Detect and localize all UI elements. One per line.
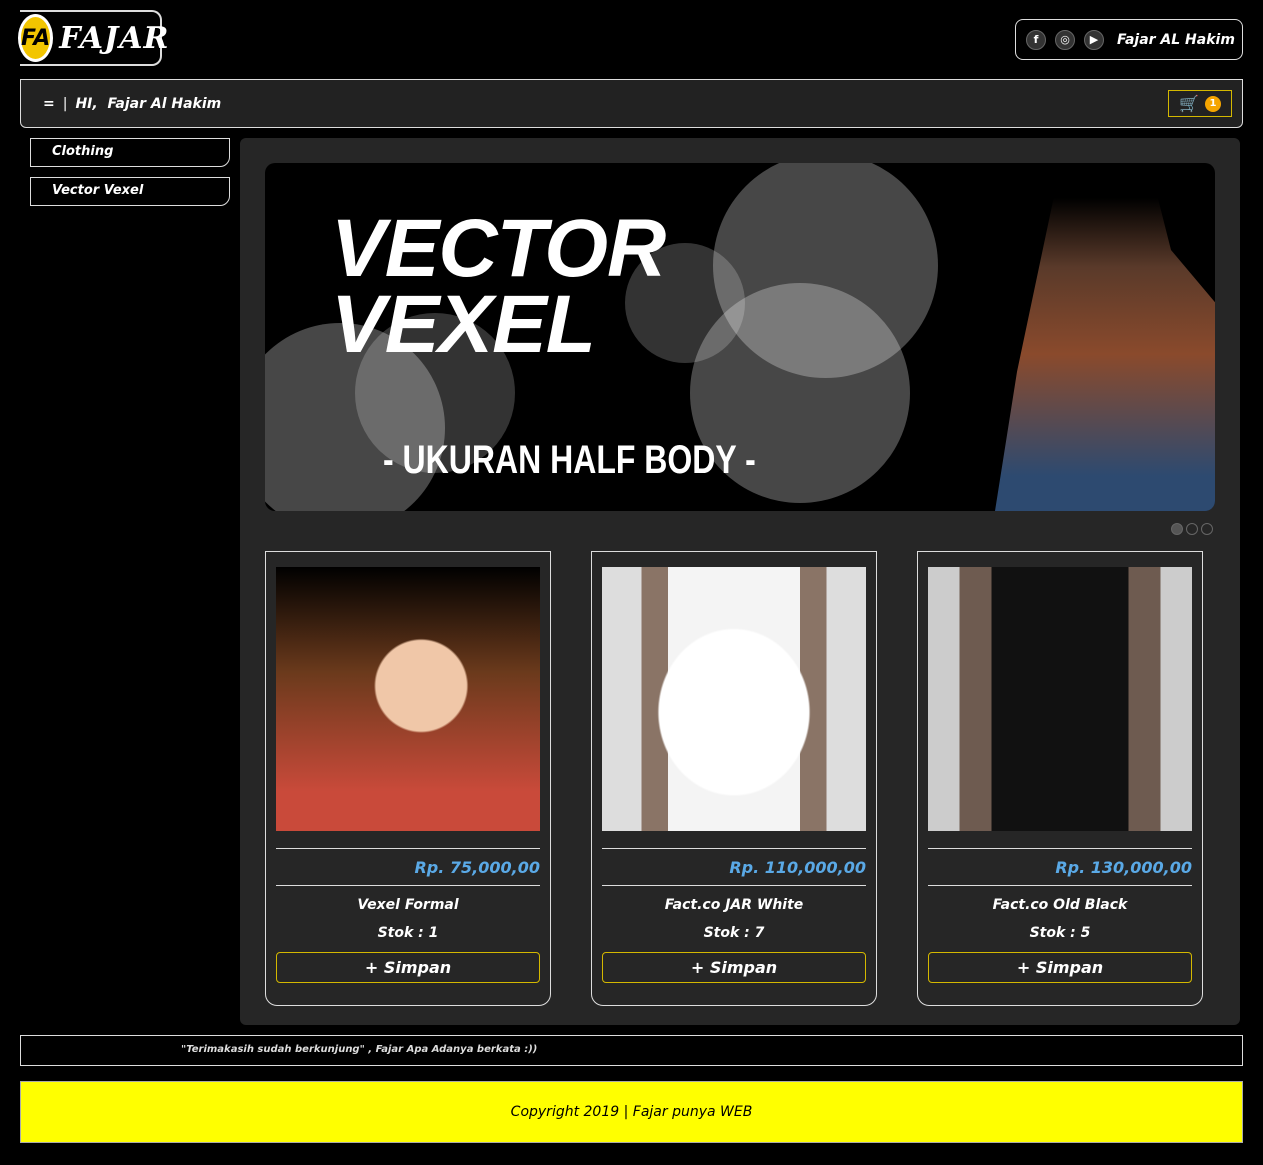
- product-price: Rp. 75,000,00: [414, 858, 540, 877]
- site-logo[interactable]: FA FAJAR: [18, 10, 168, 66]
- product-price: Rp. 110,000,00: [729, 858, 866, 877]
- copyright-footer: Copyright 2019 | Fajar punya WEB: [20, 1081, 1243, 1143]
- banner-illustration: [995, 163, 1215, 511]
- product-card: Rp. 75,000,00 Vexel Formal Stok : 1 + Si…: [265, 551, 551, 1006]
- sidebar-item-clothing[interactable]: Clothing: [30, 138, 230, 167]
- product-name: Fact.co Old Black: [992, 897, 1128, 913]
- product-stock: Stok : 1: [377, 925, 439, 941]
- save-button[interactable]: + Simpan: [602, 952, 866, 983]
- social-bar: f ◎ ▶ Fajar AL Hakim: [1015, 19, 1243, 60]
- product-card: Rp. 110,000,00 Fact.co JAR White Stok : …: [591, 551, 877, 1006]
- banner-carousel[interactable]: VECTOR VEXEL - UKURAN HALF BODY -: [265, 163, 1215, 511]
- main-panel: VECTOR VEXEL - UKURAN HALF BODY - Rp. 75,…: [240, 138, 1240, 1025]
- product-image[interactable]: [276, 567, 540, 831]
- menu-toggle-icon[interactable]: =: [43, 96, 55, 112]
- product-card: Rp. 130,000,00 Fact.co Old Black Stok : …: [917, 551, 1203, 1006]
- cart-icon: 🛒: [1179, 94, 1199, 113]
- carousel-dot[interactable]: [1186, 523, 1198, 535]
- cart-count-badge: 1: [1204, 95, 1221, 112]
- cart-button[interactable]: 🛒 1: [1168, 90, 1232, 117]
- product-stock: Stok : 5: [1029, 925, 1091, 941]
- footer-quote: "Terimakasih sudah berkunjung" , Fajar A…: [20, 1035, 1243, 1066]
- product-name: Fact.co JAR White: [664, 897, 804, 913]
- product-name: Vexel Formal: [357, 897, 459, 913]
- youtube-icon[interactable]: ▶: [1084, 29, 1104, 50]
- banner-title: VECTOR VEXEL: [331, 203, 666, 370]
- product-image[interactable]: [928, 567, 1192, 831]
- copyright-text: Copyright 2019 | Fajar punya WEB: [510, 1104, 753, 1120]
- nav-bar: = | HI, Fajar Al Hakim 🛒 1: [20, 79, 1243, 128]
- carousel-dot[interactable]: [1171, 523, 1183, 535]
- carousel-indicators: [1171, 523, 1213, 535]
- greeting: HI, Fajar Al Hakim: [75, 95, 222, 112]
- separator: |: [62, 95, 68, 112]
- owner-name: Fajar AL Hakim: [1117, 31, 1235, 48]
- logo-mark: FA: [18, 14, 54, 62]
- facebook-icon[interactable]: f: [1026, 29, 1046, 50]
- carousel-dot[interactable]: [1201, 523, 1213, 535]
- product-image[interactable]: [602, 567, 866, 831]
- logo-text: FAJAR: [59, 20, 170, 56]
- save-button[interactable]: + Simpan: [276, 952, 540, 983]
- sidebar-item-vector-vexel[interactable]: Vector Vexel: [30, 177, 230, 206]
- save-button[interactable]: + Simpan: [928, 952, 1192, 983]
- product-price: Rp. 130,000,00: [1055, 858, 1192, 877]
- instagram-icon[interactable]: ◎: [1055, 29, 1075, 50]
- product-stock: Stok : 7: [703, 925, 765, 941]
- banner-subtitle: - UKURAN HALF BODY -: [383, 438, 756, 482]
